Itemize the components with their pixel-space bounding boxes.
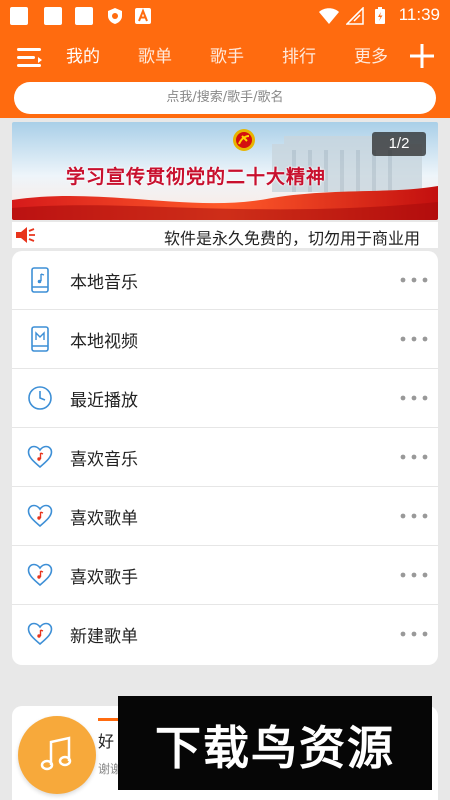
more-options-icon[interactable] (400, 395, 428, 401)
notice-text: 软件是永久免费的，切勿用于商业用 (164, 229, 421, 248)
list-item-liked-artists[interactable]: 喜欢歌手 (12, 546, 438, 605)
tab-playlists[interactable]: 歌单 (138, 42, 172, 67)
notice-bar: 软件是永久免费的，切勿用于商业用 (12, 222, 438, 248)
more-options-icon[interactable] (400, 277, 428, 283)
app-header: 我的 歌单 歌手 排行 更多 点我/搜索/歌手/歌名 (0, 32, 450, 118)
font-icon (135, 8, 151, 24)
banner-title: 学习宣传贯彻党的二十大精神 (66, 166, 327, 188)
status-time: 11:39 (398, 5, 440, 24)
main-tabs: 我的 歌单 歌手 排行 更多 (48, 42, 398, 70)
list-item-label: 喜欢歌单 (70, 509, 138, 529)
heart-music-icon (27, 622, 53, 646)
battery-icon (375, 7, 385, 24)
tab-rankings[interactable]: 排行 (282, 42, 316, 67)
status-bar: 11:39 (0, 0, 450, 32)
list-item-recent[interactable]: 最近播放 (12, 369, 438, 428)
more-options-icon[interactable] (400, 336, 428, 342)
heart-music-icon (27, 563, 53, 587)
more-options-icon[interactable] (400, 572, 428, 578)
watermark-text: 下载鸟资源 (155, 721, 395, 775)
clock-icon (28, 386, 52, 410)
heart-music-icon (27, 445, 53, 469)
plus-icon[interactable] (408, 42, 436, 70)
player-song-title: 好 (98, 732, 115, 751)
wifi-icon (319, 8, 339, 24)
shield-icon (108, 8, 122, 24)
notification-icon (75, 7, 93, 25)
player-disc[interactable] (18, 716, 96, 794)
search-input[interactable]: 点我/搜索/歌手/歌名 (14, 82, 436, 114)
list-item-new-playlist[interactable]: 新建歌单 (12, 605, 438, 664)
phone-video-icon (31, 326, 49, 352)
list-item-label: 最近播放 (70, 391, 138, 411)
list-item-liked-playlists[interactable]: 喜欢歌单 (12, 487, 438, 546)
menu-icon[interactable] (16, 45, 44, 71)
my-music-list: 本地音乐 本地视频 最近播放 喜欢音乐 喜欢歌单 喜欢歌手 新建歌单 (12, 251, 438, 665)
more-options-icon[interactable] (400, 631, 428, 637)
promo-banner[interactable]: 学习宣传贯彻党的二十大精神 1/2 (12, 122, 438, 220)
music-note-icon (40, 736, 72, 771)
list-item-label: 本地音乐 (70, 273, 138, 293)
phone-music-icon (31, 267, 49, 293)
banner-counter: 1/2 (372, 132, 426, 156)
tab-artists[interactable]: 歌手 (210, 42, 244, 67)
list-item-liked-music[interactable]: 喜欢音乐 (12, 428, 438, 487)
list-item-label: 喜欢音乐 (70, 450, 138, 470)
list-item-label: 新建歌单 (70, 627, 138, 647)
notification-icon (44, 7, 62, 25)
list-item-label: 本地视频 (70, 332, 138, 352)
more-options-icon[interactable] (400, 513, 428, 519)
list-item-label: 喜欢歌手 (70, 568, 138, 588)
more-options-icon[interactable] (400, 454, 428, 460)
tab-mine[interactable]: 我的 (66, 42, 100, 67)
watermark-overlay: 下载鸟资源 (118, 696, 432, 790)
list-item-local-music[interactable]: 本地音乐 (12, 251, 438, 310)
speaker-icon (16, 227, 35, 243)
signal-icon (346, 7, 364, 25)
party-emblem-icon (233, 129, 255, 151)
tab-more[interactable]: 更多 (354, 42, 388, 67)
notification-icon (10, 7, 28, 25)
heart-music-icon (27, 504, 53, 528)
list-item-local-video[interactable]: 本地视频 (12, 310, 438, 369)
